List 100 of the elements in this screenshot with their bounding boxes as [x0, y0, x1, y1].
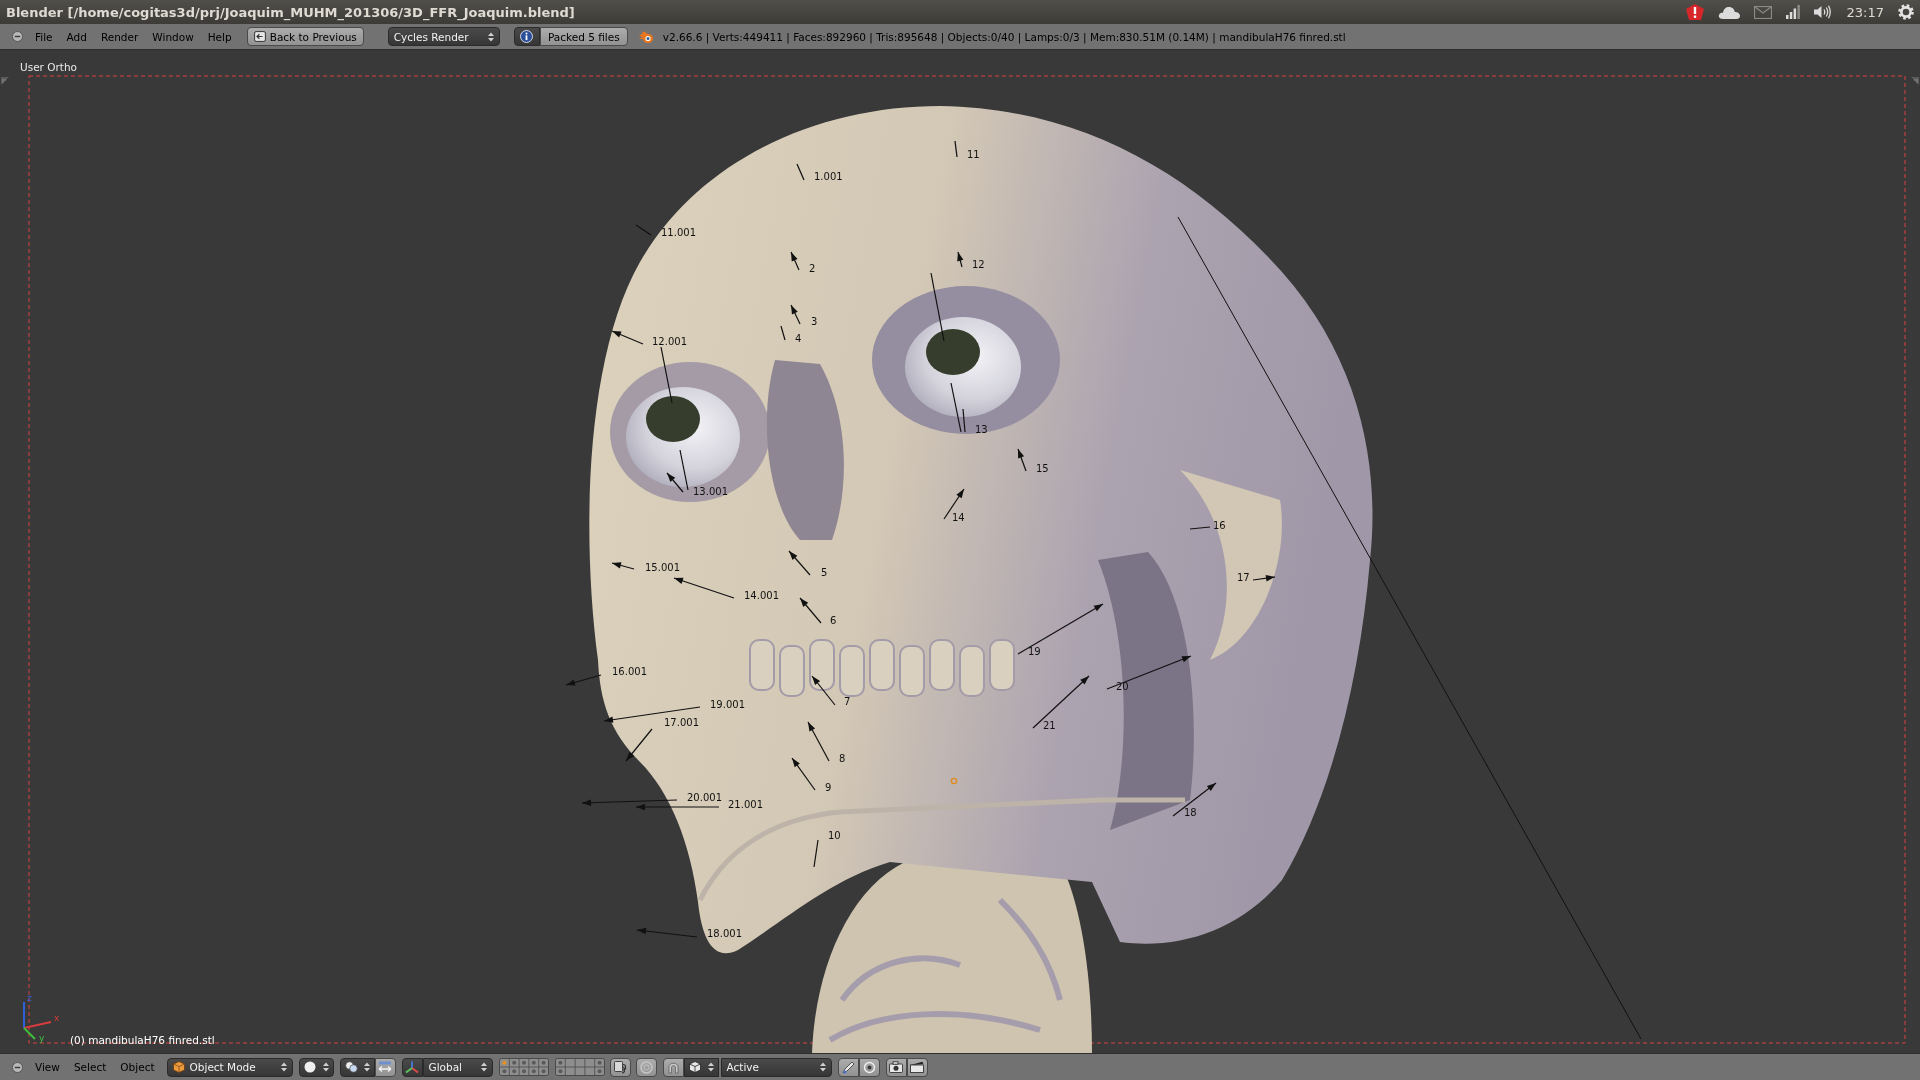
- annotation-label: 14: [952, 512, 965, 523]
- leader-arrow: [957, 251, 964, 268]
- annotation-label: 2: [809, 263, 816, 274]
- mode-dropdown[interactable]: Object Mode: [166, 1057, 293, 1077]
- leader-line: [635, 224, 652, 236]
- object-origin-icon: [950, 777, 958, 785]
- packed-files-button[interactable]: Packed 5 files: [539, 27, 628, 46]
- updown-arrows-icon: [363, 1062, 370, 1072]
- corner-handle-icon[interactable]: [1, 77, 9, 85]
- annotation-label: 18: [1184, 807, 1197, 818]
- info-icon: [520, 30, 534, 43]
- corner-handle-icon[interactable]: [1911, 77, 1919, 85]
- annotation-label: 4: [795, 333, 802, 344]
- menu-item[interactable]: Object: [114, 1059, 161, 1075]
- clock-time[interactable]: 23:17: [1846, 4, 1884, 20]
- annotation-label: 17.001: [664, 717, 699, 728]
- mail-icon[interactable]: [1753, 5, 1772, 19]
- leader-line: [660, 346, 673, 404]
- menu-item[interactable]: Render: [95, 28, 144, 45]
- annotation-label: 21.001: [728, 799, 763, 810]
- updown-arrows-icon: [487, 31, 494, 42]
- axes-icon: [405, 1060, 420, 1074]
- tooth: [869, 639, 895, 691]
- transform-axes-button[interactable]: [401, 1057, 423, 1077]
- annotation-label: 11.001: [661, 227, 696, 238]
- snap-project-button[interactable]: [858, 1057, 880, 1077]
- menu-item[interactable]: File: [30, 28, 58, 45]
- move-arrows-icon: [378, 1061, 393, 1073]
- leader-arrow: [788, 550, 811, 576]
- annotation-label: 10: [828, 830, 841, 841]
- updown-arrows-icon: [322, 1062, 329, 1072]
- leader-line: [679, 449, 689, 491]
- snap-align-button[interactable]: [837, 1057, 859, 1077]
- annotation-label: 7: [844, 696, 851, 707]
- clapperboard-icon: [910, 1061, 925, 1073]
- snap-toggle[interactable]: [662, 1057, 684, 1077]
- shading-dropdown[interactable]: [298, 1057, 334, 1077]
- annotation-label: 1.001: [814, 171, 843, 182]
- axis-label: y: [39, 1033, 45, 1043]
- info-button[interactable]: [513, 27, 540, 46]
- pivot-dropdown[interactable]: [339, 1057, 375, 1077]
- settings-icon[interactable]: [1898, 4, 1914, 20]
- menu-item[interactable]: Window: [147, 28, 199, 45]
- leader-arrow: [666, 472, 684, 493]
- scene-statistics: v2.66.6 | Verts:449411 | Faces:892960 | Tris:895648 | Objects:0/40 | Lamps:0/3 | Mem:830.51M (0.14M) | mandibulaH76 finred.stl: [662, 30, 1346, 43]
- menu-item[interactable]: Add: [61, 28, 92, 45]
- leader-line: [780, 325, 786, 341]
- back-to-previous-button[interactable]: Back to Previous: [246, 27, 364, 46]
- app-logo-icon: [637, 30, 653, 43]
- annotation-label: 15: [1036, 463, 1049, 474]
- target-icon: [862, 1060, 876, 1074]
- cube-icon: [172, 1061, 185, 1073]
- menu-item[interactable]: View: [29, 1059, 66, 1075]
- volume-icon[interactable]: [1813, 5, 1831, 19]
- leader-arrow: [790, 251, 800, 271]
- annotation-label: 17: [1237, 572, 1250, 583]
- chain-link-icon: [613, 1060, 627, 1074]
- snap-target-dropdown[interactable]: Active: [720, 1057, 832, 1077]
- annotation-label: 15.001: [645, 562, 680, 573]
- menu-item[interactable]: Help: [202, 28, 237, 45]
- annotation-label: 19: [1028, 646, 1041, 657]
- proportional-edit-button[interactable]: [635, 1057, 657, 1077]
- tooth: [839, 645, 865, 697]
- editor-menu-icon[interactable]: [12, 1061, 23, 1073]
- updown-arrows-icon: [480, 1062, 487, 1072]
- cloud-icon[interactable]: [1717, 5, 1740, 19]
- snap-element-dropdown[interactable]: [683, 1057, 719, 1077]
- axis-label: x: [54, 1013, 60, 1023]
- render-animation-button[interactable]: [906, 1057, 928, 1077]
- layer-lock-button[interactable]: [609, 1057, 631, 1077]
- magnet-icon: [666, 1060, 680, 1074]
- updown-arrows-icon: [819, 1062, 826, 1072]
- cube-icon: [688, 1061, 701, 1073]
- leader-arrow: [1017, 448, 1027, 472]
- leader-arrow: [625, 728, 653, 762]
- leader-arrow: [565, 674, 602, 686]
- tooth: [749, 639, 775, 691]
- leader-arrow: [943, 488, 965, 520]
- leader-arrow: [1252, 575, 1276, 582]
- annotation-label: 3: [811, 316, 818, 327]
- render-image-button[interactable]: [885, 1057, 907, 1077]
- leader-arrow: [811, 675, 836, 706]
- alert-icon[interactable]: [1685, 4, 1704, 20]
- leader-arrow: [790, 304, 801, 325]
- layer-grid-icon[interactable]: [498, 1058, 549, 1076]
- ring-icon: [639, 1060, 653, 1074]
- annotation-label: 5: [821, 567, 828, 578]
- orientation-dropdown[interactable]: Global: [422, 1057, 493, 1077]
- window-title: Blender [/home/cogitas3d/prj/Joaquim_MUHM_201306/3D_FFR_Joaquim.blend]: [6, 4, 575, 20]
- render-engine-dropdown[interactable]: Cycles Render: [387, 27, 500, 46]
- manipulator-toggle[interactable]: [374, 1057, 396, 1077]
- leader-arrow: [1032, 675, 1090, 729]
- menu-item[interactable]: Select: [67, 1059, 113, 1075]
- leader-arrow: [673, 577, 735, 599]
- editor-menu-icon[interactable]: [12, 31, 23, 42]
- annotation-label: 16.001: [612, 666, 647, 677]
- signal-bars-icon[interactable]: [1785, 5, 1800, 19]
- leader-arrow: [611, 562, 635, 570]
- leader-arrow: [807, 721, 830, 762]
- updown-arrows-icon: [280, 1062, 287, 1072]
